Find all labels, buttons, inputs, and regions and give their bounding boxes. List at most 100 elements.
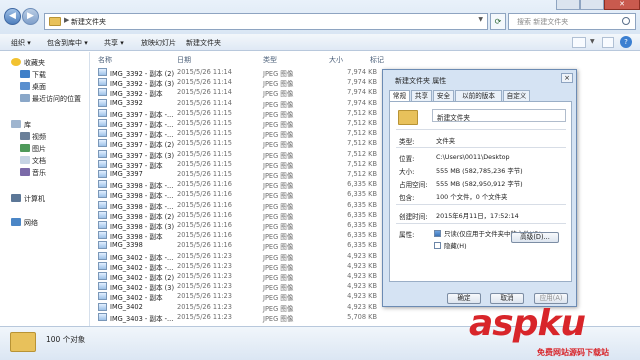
sidebar-item-videos[interactable]: 视频: [32, 132, 46, 142]
image-file-icon: [98, 170, 107, 178]
file-name[interactable]: IMG_3398: [110, 241, 143, 249]
sidebar-item-recent[interactable]: 最近访问的位置: [32, 94, 81, 104]
advanced-button[interactable]: 高级(D)...: [511, 232, 559, 243]
column-header-name[interactable]: 名称: [98, 55, 112, 65]
include-in-library-menu[interactable]: 包含到库中 ▾: [47, 38, 88, 48]
address-field[interactable]: ▶ 新建文件夹 ▼: [44, 13, 488, 30]
file-row[interactable]: IMG_3392 - 副本 (3) 2015/5/26 11:14 JPEG 图像 7…: [91, 77, 381, 88]
tab-sharing[interactable]: 共享: [411, 90, 432, 101]
minimize-button[interactable]: [556, 0, 580, 10]
image-file-icon: [98, 88, 107, 97]
sidebar-item-documents[interactable]: 文档: [32, 156, 46, 166]
file-row[interactable]: IMG_3397 - 副本 -... 2015/5/26 11:15 JPEG 图像…: [91, 128, 381, 139]
sidebar-item-desktop[interactable]: 桌面: [32, 82, 46, 92]
column-header-tags[interactable]: 标记: [370, 55, 384, 65]
file-row[interactable]: IMG_3397 2015/5/26 11:15 JPEG 图像 7,512 KB: [91, 169, 381, 180]
tab-previous-versions[interactable]: 以前的版本: [455, 90, 502, 101]
file-row[interactable]: IMG_3398 - 副本 -... 2015/5/26 11:16 JPEG 图像…: [91, 179, 381, 190]
forward-arrow-icon: ▶: [27, 11, 34, 21]
file-row[interactable]: IMG_3397 - 副本 -... 2015/5/26 11:15 JPEG 图像…: [91, 118, 381, 129]
file-name[interactable]: IMG_3402: [110, 303, 143, 311]
file-date: 2015/5/26 11:23: [177, 282, 232, 291]
sidebar-item-network[interactable]: 网络: [24, 218, 38, 228]
window-close-button[interactable]: ✕: [604, 0, 640, 10]
file-row[interactable]: IMG_3398 - 副本 (3) 2015/5/26 11:16 JPEG 图像 6…: [91, 220, 381, 231]
sidebar-item-downloads[interactable]: 下载: [32, 70, 46, 80]
disk-size-value: 555 MB (582,950,912 字节): [436, 180, 523, 188]
sidebar-item-pictures[interactable]: 图片: [32, 144, 46, 154]
documents-icon: [20, 156, 30, 164]
file-row[interactable]: IMG_3397 - 副本 -... 2015/5/26 11:15 JPEG 图像…: [91, 108, 381, 119]
hidden-checkbox[interactable]: [434, 242, 441, 249]
view-options-icon[interactable]: [572, 37, 586, 48]
file-size: 6,335 KB: [347, 231, 377, 240]
file-row[interactable]: IMG_3397 - 副本 2015/5/26 11:15 JPEG 图像 7,512…: [91, 159, 381, 170]
sidebar-item-favorites[interactable]: 收藏夹: [24, 58, 45, 68]
new-folder-button[interactable]: 新建文件夹: [186, 38, 221, 48]
file-row[interactable]: IMG_3397 - 副本 (3) 2015/5/26 11:15 JPEG 图像 7…: [91, 149, 381, 160]
image-file-icon: [98, 159, 107, 168]
chevron-down-icon[interactable]: ▼: [590, 38, 595, 45]
share-menu[interactable]: 共享 ▾: [104, 38, 124, 48]
file-row[interactable]: IMG_3398 - 副本 (2) 2015/5/26 11:16 JPEG 图像 6…: [91, 210, 381, 221]
star-icon: [11, 58, 21, 66]
file-size: 7,974 KB: [347, 68, 377, 76]
refresh-button[interactable]: ⟳: [490, 13, 506, 30]
item-count: 100 个对象: [46, 335, 86, 344]
file-row[interactable]: IMG_3402 - 副本 -... 2015/5/26 11:23 JPEG 图像…: [91, 261, 381, 272]
back-button[interactable]: ◀: [4, 8, 21, 25]
general-tab-panel: 新建文件夹 类型: 文件夹 位置: C:\Users\0011\Desktop …: [389, 101, 572, 282]
chevron-right-icon[interactable]: ▶: [64, 16, 69, 24]
file-row[interactable]: IMG_3402 - 副本 2015/5/26 11:23 JPEG 图像 4,923…: [91, 291, 381, 302]
file-row[interactable]: IMG_3392 2015/5/26 11:14 JPEG 图像 7,974 KB: [91, 98, 381, 109]
file-row[interactable]: IMG_3403 - 副本 -... 2015/5/26 11:23 JPEG 图像…: [91, 312, 381, 323]
file-row[interactable]: IMG_3402 - 副本 (2) 2015/5/26 11:23 JPEG 图像 4…: [91, 271, 381, 282]
file-name[interactable]: IMG_3392: [110, 99, 143, 107]
file-size: 7,512 KB: [347, 108, 377, 117]
file-row[interactable]: IMG_3398 2015/5/26 11:16 JPEG 图像 6,335 KB: [91, 240, 381, 251]
column-header-type[interactable]: 类型: [263, 55, 277, 65]
tab-customize[interactable]: 自定义: [503, 90, 530, 101]
file-row[interactable]: IMG_3397 - 副本 (2) 2015/5/26 11:15 JPEG 图像 7…: [91, 138, 381, 149]
back-arrow-icon: ◀: [9, 11, 16, 21]
dialog-close-button[interactable]: ×: [561, 73, 573, 83]
file-row[interactable]: IMG_3398 - 副本 -... 2015/5/26 11:16 JPEG 图像…: [91, 200, 381, 211]
file-size: 7,512 KB: [347, 159, 377, 168]
preview-pane-icon[interactable]: [602, 37, 614, 48]
file-size: 4,923 KB: [347, 302, 377, 311]
tab-security[interactable]: 安全: [433, 90, 454, 101]
file-size: 7,512 KB: [347, 170, 377, 178]
sidebar-item-computer[interactable]: 计算机: [24, 194, 45, 204]
file-row[interactable]: IMG_3402 - 副本 (3) 2015/5/26 11:23 JPEG 图像 4…: [91, 281, 381, 292]
file-row[interactable]: IMG_3398 - 副本 2015/5/26 11:16 JPEG 图像 6,335…: [91, 230, 381, 241]
file-size: 7,512 KB: [347, 119, 377, 127]
file-name[interactable]: IMG_3403 - 副本 -...: [110, 313, 173, 323]
help-icon[interactable]: ?: [620, 36, 632, 48]
address-path[interactable]: 新建文件夹: [71, 17, 106, 27]
file-row[interactable]: IMG_3402 2015/5/26 11:23 JPEG 图像 4,923 KB: [91, 302, 381, 313]
folder-icon: [49, 17, 61, 26]
file-name[interactable]: IMG_3397: [110, 170, 143, 178]
slideshow-button[interactable]: 放映幻灯片: [141, 38, 176, 48]
organize-menu[interactable]: 组织 ▾: [11, 38, 31, 48]
forward-button[interactable]: ▶: [22, 8, 39, 25]
maximize-button[interactable]: [580, 0, 604, 10]
sidebar-item-music[interactable]: 音乐: [32, 168, 46, 178]
file-row[interactable]: IMG_3402 - 副本 -... 2015/5/26 11:23 JPEG 图像…: [91, 251, 381, 262]
file-date: 2015/5/26 11:15: [177, 119, 232, 127]
file-size: 4,923 KB: [347, 261, 377, 270]
readonly-checkbox[interactable]: [434, 230, 441, 237]
hidden-label[interactable]: 隐藏(H): [444, 241, 467, 250]
column-header-size[interactable]: 大小: [329, 55, 343, 65]
file-row[interactable]: IMG_3392 - 副本 (2) 2015/5/26 11:14 JPEG 图像 7…: [91, 67, 381, 78]
chevron-down-icon[interactable]: ▼: [478, 16, 483, 23]
search-input[interactable]: 搜索 新建文件夹: [508, 13, 636, 30]
file-date: 2015/5/26 11:14: [177, 88, 232, 97]
type-label: 类型:: [399, 138, 415, 146]
file-row[interactable]: IMG_3392 - 副本 2015/5/26 11:14 JPEG 图像 7,974…: [91, 87, 381, 98]
location-value: C:\Users\0011\Desktop: [436, 153, 510, 161]
folder-name-field[interactable]: 新建文件夹: [432, 109, 566, 122]
column-header-date[interactable]: 日期: [177, 55, 191, 65]
file-row[interactable]: IMG_3398 - 副本 -... 2015/5/26 11:16 JPEG 图像…: [91, 189, 381, 200]
sidebar-item-libraries[interactable]: 库: [24, 120, 31, 130]
